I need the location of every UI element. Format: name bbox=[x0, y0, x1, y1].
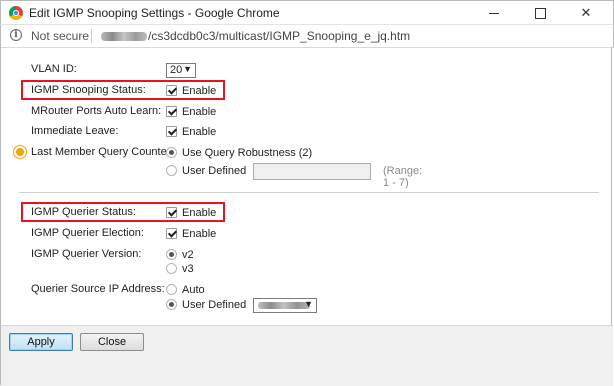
querier-source-ip-auto-label: Auto bbox=[182, 284, 205, 296]
querier-version-v3-radio[interactable] bbox=[166, 263, 177, 274]
querier-status-option: Enable bbox=[182, 207, 217, 219]
redacted-ip-address bbox=[258, 302, 310, 309]
address-bar[interactable]: i Not secure /cs3dcdb0c3/multicast/IGMP_… bbox=[0, 24, 614, 48]
querier-version-v3-label: v3 bbox=[182, 263, 194, 275]
dropdown-arrow-icon: ▼ bbox=[183, 64, 192, 74]
querier-election-checkbox[interactable] bbox=[166, 228, 177, 239]
close-icon: ✕ bbox=[580, 5, 592, 20]
vlan-id-label: VLAN ID: bbox=[31, 63, 77, 75]
querier-source-ip-auto-radio[interactable] bbox=[166, 284, 177, 295]
lmqc-user-defined-radio[interactable] bbox=[166, 165, 177, 176]
minimize-icon bbox=[489, 13, 499, 15]
dialog-footer: Apply Close bbox=[1, 325, 613, 386]
immediate-leave-option: Enable bbox=[182, 126, 217, 138]
querier-election-label: IGMP Querier Election: bbox=[31, 227, 144, 239]
querier-source-ip-user-defined-radio[interactable] bbox=[166, 299, 177, 310]
querier-version-label: IGMP Querier Version: bbox=[31, 248, 142, 260]
security-label[interactable]: Not secure bbox=[31, 29, 89, 43]
url-path[interactable]: /cs3dcdb0c3/multicast/IGMP_Snooping_e_jq… bbox=[148, 29, 410, 43]
querier-version-v2-label: v2 bbox=[182, 249, 194, 261]
address-divider bbox=[91, 29, 92, 43]
dropdown-arrow-icon: ▼ bbox=[304, 299, 313, 309]
redacted-host bbox=[101, 32, 147, 41]
querier-election-option: Enable bbox=[182, 228, 217, 240]
lmqc-query-robustness-radio[interactable] bbox=[166, 147, 177, 158]
snooping-status-checkbox[interactable] bbox=[166, 85, 177, 96]
dialog-content: VLAN ID: 20 ▼ IGMP Snooping Status: Enab… bbox=[0, 47, 613, 386]
querier-source-ip-user-defined-label: User Defined bbox=[182, 299, 247, 311]
apply-button[interactable]: Apply bbox=[9, 333, 73, 351]
lmqc-query-robustness-label: Use Query Robustness (2) bbox=[182, 147, 313, 159]
lmqc-range-hint: (Range: 1 - 7) bbox=[383, 165, 423, 189]
close-button[interactable]: Close bbox=[80, 333, 144, 351]
maximize-button[interactable] bbox=[517, 1, 563, 25]
querier-status-label: IGMP Querier Status: bbox=[31, 206, 136, 218]
mrouter-auto-learn-option: Enable bbox=[182, 106, 217, 118]
immediate-leave-checkbox[interactable] bbox=[166, 126, 177, 137]
lmqc-label: Last Member Query Counter: bbox=[31, 146, 174, 158]
querier-version-v2-radio[interactable] bbox=[166, 249, 177, 260]
window-titlebar: Edit IGMP Snooping Settings - Google Chr… bbox=[0, 0, 614, 25]
immediate-leave-label: Immediate Leave: bbox=[31, 125, 119, 137]
chrome-icon bbox=[9, 6, 23, 20]
section-divider bbox=[19, 192, 599, 193]
vlan-id-select[interactable]: 20 ▼ bbox=[166, 63, 196, 78]
querier-source-ip-select[interactable]: ▼ bbox=[253, 298, 317, 313]
info-icon[interactable]: i bbox=[10, 29, 22, 41]
vlan-id-value: 20 bbox=[170, 64, 183, 76]
querier-status-checkbox[interactable] bbox=[166, 207, 177, 218]
lmqc-user-defined-input[interactable] bbox=[253, 163, 371, 180]
required-gear-icon bbox=[16, 148, 24, 156]
mrouter-auto-learn-checkbox[interactable] bbox=[166, 106, 177, 117]
mrouter-auto-learn-label: MRouter Ports Auto Learn: bbox=[31, 105, 162, 117]
querier-source-ip-label: Querier Source IP Address: bbox=[31, 283, 165, 295]
snooping-status-label: IGMP Snooping Status: bbox=[31, 84, 146, 96]
maximize-icon bbox=[534, 8, 546, 20]
minimize-button[interactable] bbox=[471, 1, 517, 25]
lmqc-user-defined-label: User Defined bbox=[182, 165, 247, 177]
snooping-status-option: Enable bbox=[182, 85, 217, 97]
close-window-button[interactable]: ✕ bbox=[563, 1, 609, 25]
window-title: Edit IGMP Snooping Settings - Google Chr… bbox=[29, 6, 280, 20]
